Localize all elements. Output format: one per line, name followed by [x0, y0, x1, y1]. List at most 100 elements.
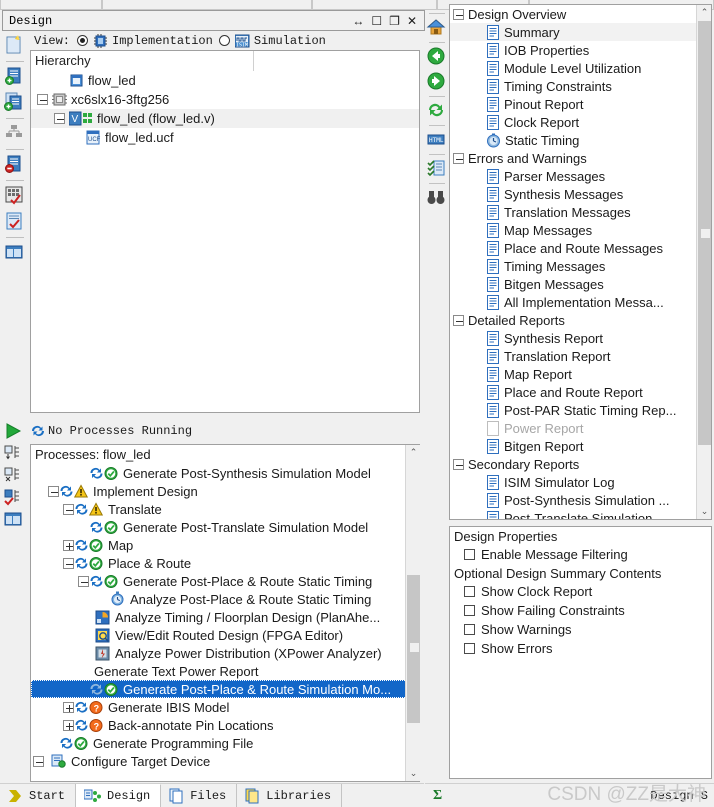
view-option-implementation-label[interactable]: Implementation — [112, 34, 213, 48]
checkbox[interactable] — [464, 643, 475, 654]
rerun-icon[interactable] — [2, 442, 28, 464]
design-overview-item[interactable]: Design Overview — [450, 5, 711, 23]
tree-toggle[interactable] — [453, 152, 464, 164]
tab-libraries[interactable]: Libraries — [237, 784, 343, 807]
design-overview-item[interactable]: Summary — [450, 23, 711, 41]
design-property-row[interactable]: Enable Message Filtering — [450, 545, 711, 564]
tree-toggle[interactable] — [453, 8, 464, 20]
scroll-up-icon[interactable]: ⌃ — [697, 5, 712, 20]
tree-toggle[interactable] — [37, 94, 48, 105]
tree-toggle[interactable] — [48, 485, 59, 497]
checkbox[interactable] — [464, 549, 475, 560]
tab-files[interactable]: Files — [161, 784, 238, 807]
process-item[interactable]: Translate — [31, 500, 419, 518]
scroll-down-icon[interactable]: ⌄ — [697, 504, 712, 519]
rerun-all-icon[interactable] — [2, 464, 28, 486]
design-overview-item[interactable]: Translation Report — [450, 347, 711, 365]
tree-toggle[interactable] — [63, 719, 74, 731]
design-overview-item[interactable]: Place and Route Messages — [450, 239, 711, 257]
manage-configuration-icon[interactable] — [3, 122, 27, 146]
process-item[interactable]: Generate Text Power Report — [31, 662, 419, 680]
hierarchy-item[interactable]: UCF flow_led.ucf — [31, 128, 419, 147]
tree-toggle[interactable] — [63, 701, 74, 713]
find-icon[interactable] — [426, 187, 448, 209]
scroll-up-icon[interactable]: ⌃ — [406, 445, 421, 460]
design-overview-item[interactable]: IOB Properties — [450, 41, 711, 59]
design-property-row[interactable]: Show Failing Constraints — [450, 601, 711, 620]
design-overview-item[interactable]: All Implementation Messa... — [450, 293, 711, 311]
view-layout-icon[interactable] — [3, 241, 27, 265]
process-item[interactable]: Place & Route — [31, 554, 419, 572]
design-overview-item[interactable]: Post-Synthesis Simulation ... — [450, 491, 711, 509]
new-source-icon[interactable] — [3, 34, 27, 58]
process-item[interactable]: Generate Post-Synthesis Simulation Model — [31, 464, 419, 482]
tree-toggle[interactable] — [33, 755, 44, 767]
process-item[interactable]: View/Edit Routed Design (FPGA Editor) — [31, 626, 419, 644]
design-overview-item[interactable]: Module Level Utilization — [450, 59, 711, 77]
design-overview-item[interactable]: Bitgen Report — [450, 437, 711, 455]
restore-icon[interactable]: ❐ — [389, 15, 400, 27]
tree-toggle[interactable] — [54, 113, 65, 124]
design-overview-item[interactable]: Timing Constraints — [450, 77, 711, 95]
forward-icon[interactable] — [426, 71, 448, 93]
design-summary-icon[interactable] — [3, 210, 27, 234]
process-view-icon[interactable] — [2, 508, 28, 530]
design-property-row[interactable]: Show Clock Report — [450, 582, 711, 601]
tree-toggle[interactable] — [63, 557, 74, 569]
resize-handle-icon[interactable]: ↔ — [352, 15, 364, 27]
back-icon[interactable] — [426, 46, 448, 68]
process-item[interactable]: Analyze Post-Place & Route Static Timing — [31, 590, 419, 608]
design-overview-item[interactable]: Pinout Report — [450, 95, 711, 113]
process-item[interactable]: Analyze Power Distribution (XPower Analy… — [31, 644, 419, 662]
hierarchy-item[interactable]: Vflow_led (flow_led.v) — [31, 109, 419, 128]
design-overview-item[interactable]: Post-Translate Simulation — [450, 509, 711, 519]
hierarchy-item[interactable]: flow_led — [31, 71, 419, 90]
tab-design[interactable]: Design — [76, 784, 162, 807]
home-icon[interactable] — [426, 17, 448, 39]
radio-implementation[interactable] — [77, 35, 89, 46]
design-property-row[interactable]: Show Warnings — [450, 620, 711, 639]
tree-toggle[interactable] — [78, 575, 89, 587]
design-overview-item[interactable]: Place and Route Report — [450, 383, 711, 401]
design-overview-item[interactable]: Map Messages — [450, 221, 711, 239]
design-overview-item[interactable]: Translation Messages — [450, 203, 711, 221]
radio-simulation[interactable] — [218, 35, 230, 46]
design-overview-item[interactable]: Clock Report — [450, 113, 711, 131]
checkbox[interactable] — [464, 624, 475, 635]
stop-icon[interactable] — [2, 486, 28, 508]
design-overview-scroll-thumb[interactable] — [698, 21, 711, 445]
design-overview-scrollbar[interactable]: ⌃ ⌄ — [696, 5, 711, 519]
process-item[interactable]: Analyze Timing / Floorplan Design (PlanA… — [31, 608, 419, 626]
process-item[interactable]: ? Back-annotate Pin Locations — [31, 716, 419, 734]
tab-start[interactable]: Start — [0, 784, 77, 807]
html-icon[interactable]: HTML — [426, 129, 448, 151]
processes-scroll-thumb[interactable] — [407, 575, 420, 723]
design-overview-item[interactable]: Secondary Reports — [450, 455, 711, 473]
tree-toggle[interactable] — [453, 458, 464, 470]
process-item[interactable]: Generate Post-Place & Route Static Timin… — [31, 572, 419, 590]
tree-toggle[interactable] — [63, 539, 74, 551]
process-item[interactable]: Implement Design — [31, 482, 419, 500]
design-overview-item[interactable]: ISIM Simulator Log — [450, 473, 711, 491]
processes-scrollbar[interactable]: ⌃ ⌄ — [405, 445, 420, 781]
tab-design-summary[interactable]: Σ Design S — [425, 788, 708, 804]
maximize-icon[interactable]: ☐ — [371, 15, 382, 27]
hierarchy-item[interactable]: xc6slx16-3ftg256 — [31, 90, 419, 109]
design-overview-item[interactable]: Parser Messages — [450, 167, 711, 185]
design-overview-item[interactable]: Timing Messages — [450, 257, 711, 275]
tree-toggle[interactable] — [63, 503, 74, 515]
design-overview-item[interactable]: Errors and Warnings — [450, 149, 711, 167]
process-item[interactable]: Generate Post-Translate Simulation Model — [31, 518, 419, 536]
design-overview-item[interactable]: Static Timing — [450, 131, 711, 149]
process-item[interactable]: Generate Post-Place & Route Simulation M… — [31, 680, 419, 698]
design-overview-item[interactable]: Detailed Reports — [450, 311, 711, 329]
design-goals-icon[interactable] — [3, 184, 27, 208]
add-copy-source-icon[interactable] — [3, 91, 27, 115]
process-item[interactable]: Map — [31, 536, 419, 554]
view-option-simulation-label[interactable]: Simulation — [254, 34, 326, 48]
process-item[interactable]: Generate Programming File — [31, 734, 419, 752]
checkbox[interactable] — [464, 605, 475, 616]
design-property-row[interactable]: Show Errors — [450, 639, 711, 658]
tree-toggle[interactable] — [453, 314, 464, 326]
remove-source-icon[interactable] — [3, 153, 27, 177]
